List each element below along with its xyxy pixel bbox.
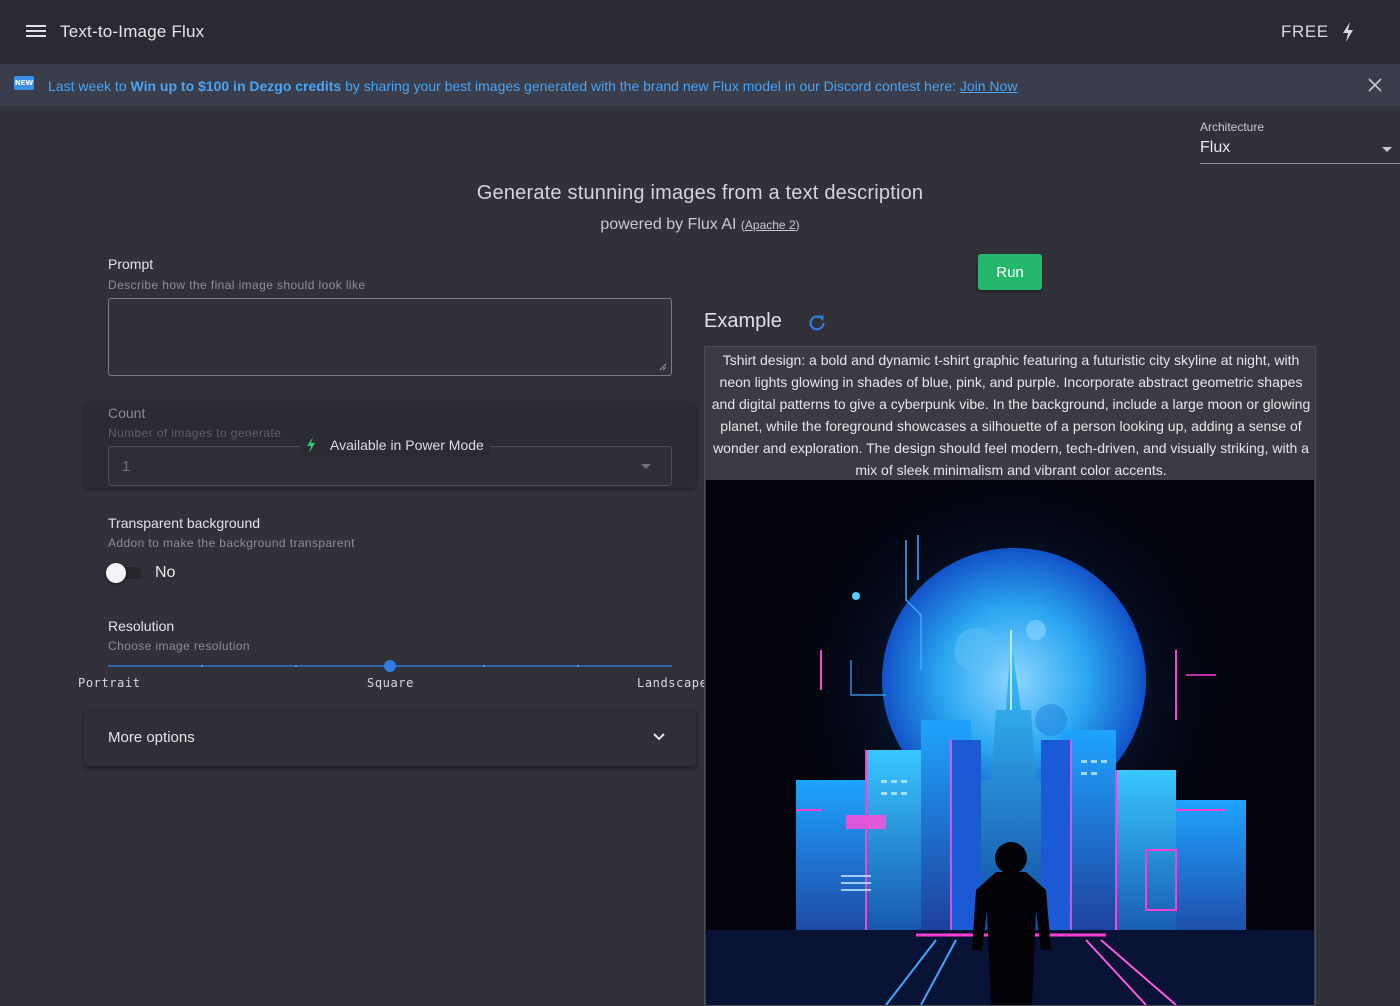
hamburger-menu-icon[interactable] (24, 22, 48, 42)
power-mode-text: Available in Power Mode (330, 437, 484, 453)
example-card: Tshirt design: a bold and dynamic t-shir… (704, 346, 1316, 1006)
more-options-label: More options (108, 729, 195, 746)
caret-down-icon (641, 464, 651, 469)
chevron-down-icon (653, 733, 665, 741)
subtitle-text: powered by Flux AI (600, 216, 737, 233)
example-prompt: Tshirt design: a bold and dynamic t-shir… (711, 352, 1311, 478)
power-mode-badge[interactable]: Available in Power Mode (300, 434, 490, 456)
slider-thumb[interactable] (384, 660, 396, 672)
resolution-label: Resolution (108, 618, 175, 634)
transparent-toggle[interactable] (106, 562, 144, 584)
license-wrapper: (Apache 2) (741, 218, 800, 232)
transparent-hint: Addon to make the background transparent (108, 536, 355, 550)
count-label: Count (108, 405, 146, 421)
lightning-bolt-icon[interactable] (1338, 20, 1358, 44)
banner-text-start: Last week to (48, 78, 131, 94)
banner-text: Last week to Win up to $100 in Dezgo cre… (48, 78, 1017, 94)
banner-text-end: by sharing your best images generated wi… (341, 78, 960, 94)
app-bar: Text-to-Image Flux FREE (0, 0, 1400, 64)
count-value: 1 (122, 458, 131, 475)
caret-down-icon (1382, 147, 1392, 152)
announcement-banner: NEW Last week to Win up to $100 in Dezgo… (0, 64, 1400, 106)
resolution-option-portrait[interactable]: Portrait (78, 676, 141, 690)
architecture-label: Architecture (1200, 120, 1265, 134)
resolution-slider[interactable] (108, 660, 672, 672)
toggle-thumb (106, 563, 126, 583)
page-subtitle: powered by Flux AI (Apache 2) (0, 216, 1400, 234)
example-title: Example (704, 310, 782, 332)
close-icon[interactable] (1366, 76, 1384, 94)
lightning-bolt-icon (307, 437, 315, 453)
license-close: ) (795, 218, 800, 232)
resolution-hint: Choose image resolution (108, 639, 250, 653)
join-now-link[interactable]: Join Now (960, 78, 1018, 94)
example-image[interactable] (706, 480, 1314, 1005)
prompt-label: Prompt (108, 256, 154, 272)
count-hint: Number of images to generate (108, 426, 282, 440)
example-image-cyberpunk-city (706, 480, 1314, 1005)
transparent-state: No (155, 564, 176, 581)
prompt-hint: Describe how the final image should look… (108, 278, 366, 292)
app-title: Text-to-Image Flux (60, 22, 205, 41)
architecture-value: Flux (1200, 139, 1231, 156)
slider-tick (483, 665, 485, 667)
refresh-icon[interactable] (806, 312, 828, 334)
slider-tick (295, 665, 297, 667)
prompt-textarea[interactable] (108, 298, 672, 376)
license-link[interactable]: Apache 2 (745, 218, 796, 232)
banner-highlight: Win up to $100 in Dezgo credits (130, 78, 342, 94)
slider-tick (577, 665, 579, 667)
page-title: Generate stunning images from a text des… (476, 182, 924, 204)
plan-label[interactable]: FREE (1281, 22, 1329, 42)
resize-handle-icon[interactable] (659, 363, 667, 371)
run-button[interactable]: Run (978, 254, 1042, 290)
more-options-panel[interactable]: More options (84, 710, 696, 766)
transparent-label: Transparent background (108, 515, 261, 531)
resolution-option-landscape[interactable]: Landscape (637, 676, 707, 690)
architecture-select[interactable]: Architecture Flux (1200, 120, 1400, 164)
new-badge-icon: NEW (14, 76, 34, 90)
resolution-option-square[interactable]: Square (367, 676, 414, 690)
slider-tick (201, 665, 203, 667)
